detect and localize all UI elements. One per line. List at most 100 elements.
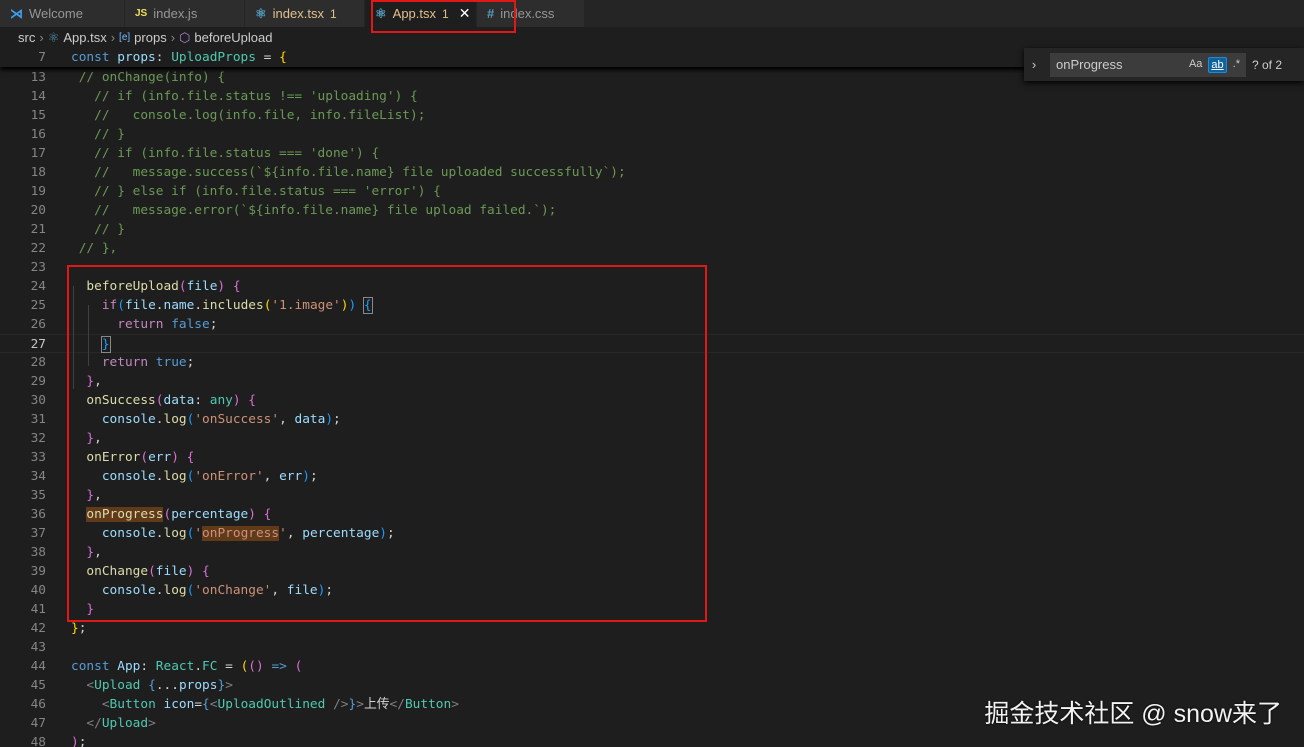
code-token: UploadProps bbox=[171, 50, 256, 65]
match-count: ? of 2 bbox=[1252, 57, 1283, 72]
code-token: : bbox=[155, 50, 172, 65]
line-number: 15 bbox=[30, 108, 46, 123]
line-number: 36 bbox=[30, 507, 46, 522]
line-number: 46 bbox=[30, 697, 46, 712]
code-token: { bbox=[202, 697, 210, 712]
code-text: // console.log(info.file, info.fileList)… bbox=[71, 106, 425, 125]
code-token: ) bbox=[71, 735, 79, 747]
line-number: 39 bbox=[30, 564, 46, 579]
line-number: 42 bbox=[30, 621, 46, 636]
line-number: 25 bbox=[30, 298, 46, 313]
code-token: // } bbox=[71, 222, 125, 237]
code-token: // if (info.file.status !== 'uploading')… bbox=[71, 89, 418, 104]
line-number: 44 bbox=[30, 659, 46, 674]
variable-icon: [e] bbox=[119, 32, 131, 43]
line-number: 40 bbox=[30, 583, 46, 598]
code-token: React bbox=[155, 659, 195, 674]
tab-label: Welcome bbox=[29, 6, 83, 21]
code-line[interactable]: 21 // } bbox=[0, 220, 1304, 239]
tab-index-tsx[interactable]: ⚛ index.tsx 1 bbox=[245, 0, 365, 27]
code-token: Upload bbox=[101, 716, 149, 731]
line-number: 7 bbox=[38, 50, 46, 65]
breadcrumb-symbol[interactable]: props bbox=[134, 30, 167, 45]
code-token: UploadOutlined bbox=[217, 697, 326, 712]
annotation-box-tab bbox=[371, 0, 516, 33]
match-case-toggle[interactable]: Aa bbox=[1187, 57, 1204, 73]
line-number: 45 bbox=[30, 678, 46, 693]
code-line[interactable]: 17 // if (info.file.status === 'done') { bbox=[0, 144, 1304, 163]
code-line[interactable]: 16 // } bbox=[0, 125, 1304, 144]
code-line[interactable]: 43 bbox=[0, 638, 1304, 657]
code-line[interactable]: 22 // }, bbox=[0, 239, 1304, 258]
line-number: 38 bbox=[30, 545, 46, 560]
code-text: // onChange(info) { bbox=[71, 68, 225, 87]
code-token: } bbox=[71, 621, 79, 636]
code-token: Button bbox=[109, 697, 156, 712]
code-token: . bbox=[194, 659, 203, 674]
code-text: // } bbox=[71, 220, 125, 239]
code-line[interactable]: 15 // console.log(info.file, info.fileLi… bbox=[0, 106, 1304, 125]
code-token: < bbox=[86, 678, 95, 693]
code-token: ( bbox=[294, 659, 303, 674]
code-token: < bbox=[101, 697, 110, 712]
code-line[interactable]: 44 const App: React.FC = (() => ( bbox=[0, 657, 1304, 676]
code-token: () bbox=[248, 659, 264, 674]
code-text: // } bbox=[71, 125, 125, 144]
code-token: > bbox=[356, 697, 364, 712]
code-text: // message.error(`${info.file.name} file… bbox=[71, 201, 556, 220]
code-line[interactable]: 14 // if (info.file.status !== 'uploadin… bbox=[0, 87, 1304, 106]
code-line[interactable]: 48); bbox=[0, 733, 1304, 747]
chevron-right-icon: › bbox=[170, 30, 176, 45]
tab-index-js[interactable]: JS index.js bbox=[125, 0, 245, 27]
tab-label: index.tsx bbox=[272, 6, 324, 21]
tab-welcome[interactable]: ⋊ Welcome bbox=[0, 0, 125, 27]
code-token: Button bbox=[404, 697, 452, 712]
breadcrumb: src › ⚛ App.tsx › [e] props › ⬡ beforeUpload bbox=[0, 27, 1304, 48]
line-number: 37 bbox=[30, 526, 46, 541]
toggle-replace-chevron-icon[interactable]: › bbox=[1024, 57, 1044, 72]
line-number: 35 bbox=[30, 488, 46, 503]
line-number: 13 bbox=[30, 70, 46, 85]
find-input[interactable]: onProgress Aa ab .* bbox=[1050, 52, 1246, 77]
code-line[interactable]: 45 <Upload {...props}> bbox=[0, 676, 1304, 695]
breadcrumb-src[interactable]: src bbox=[18, 30, 35, 45]
code-text: <Button icon={<UploadOutlined />}>上传</Bu… bbox=[71, 695, 459, 714]
code-token: = bbox=[255, 50, 280, 65]
code-token: icon bbox=[163, 697, 195, 712]
code-token: // } else if (info.file.status === 'erro… bbox=[71, 184, 441, 199]
find-input-value: onProgress bbox=[1056, 57, 1123, 72]
line-number: 33 bbox=[30, 450, 46, 465]
code-token: { bbox=[279, 50, 287, 65]
code-text: // if (info.file.status !== 'uploading')… bbox=[71, 87, 418, 106]
react-icon: ⚛ bbox=[47, 29, 60, 45]
code-text: // } else if (info.file.status === 'erro… bbox=[71, 182, 441, 201]
code-token: { bbox=[148, 678, 156, 693]
line-number: 48 bbox=[30, 735, 46, 747]
code-text: // }, bbox=[71, 239, 118, 258]
code-text: // if (info.file.status === 'done') { bbox=[71, 144, 379, 163]
line-number: 27 bbox=[30, 337, 46, 352]
code-line[interactable]: 20 // message.error(`${info.file.name} f… bbox=[0, 201, 1304, 220]
breadcrumb-method[interactable]: beforeUpload bbox=[194, 30, 272, 45]
code-token: /> bbox=[333, 697, 349, 712]
code-text: // message.success(`${info.file.name} fi… bbox=[71, 163, 626, 182]
line-number: 41 bbox=[30, 602, 46, 617]
code-line[interactable]: 19 // } else if (info.file.status === 'e… bbox=[0, 182, 1304, 201]
code-token: // message.error(`${info.file.name} file… bbox=[71, 203, 557, 218]
breadcrumb-file[interactable]: App.tsx bbox=[63, 30, 106, 45]
code-line[interactable]: 18 // message.success(`${info.file.name}… bbox=[0, 163, 1304, 182]
code-token: > bbox=[225, 678, 233, 693]
code-token: // message.success(`${info.file.name} fi… bbox=[71, 165, 626, 180]
code-token: // if (info.file.status === 'done') { bbox=[71, 146, 380, 161]
code-text: const App: React.FC = (() => ( bbox=[71, 657, 302, 676]
regex-toggle[interactable]: .* bbox=[1231, 57, 1242, 73]
line-number: 30 bbox=[30, 393, 46, 408]
line-number: 18 bbox=[30, 165, 46, 180]
whole-word-toggle[interactable]: ab bbox=[1208, 56, 1227, 73]
